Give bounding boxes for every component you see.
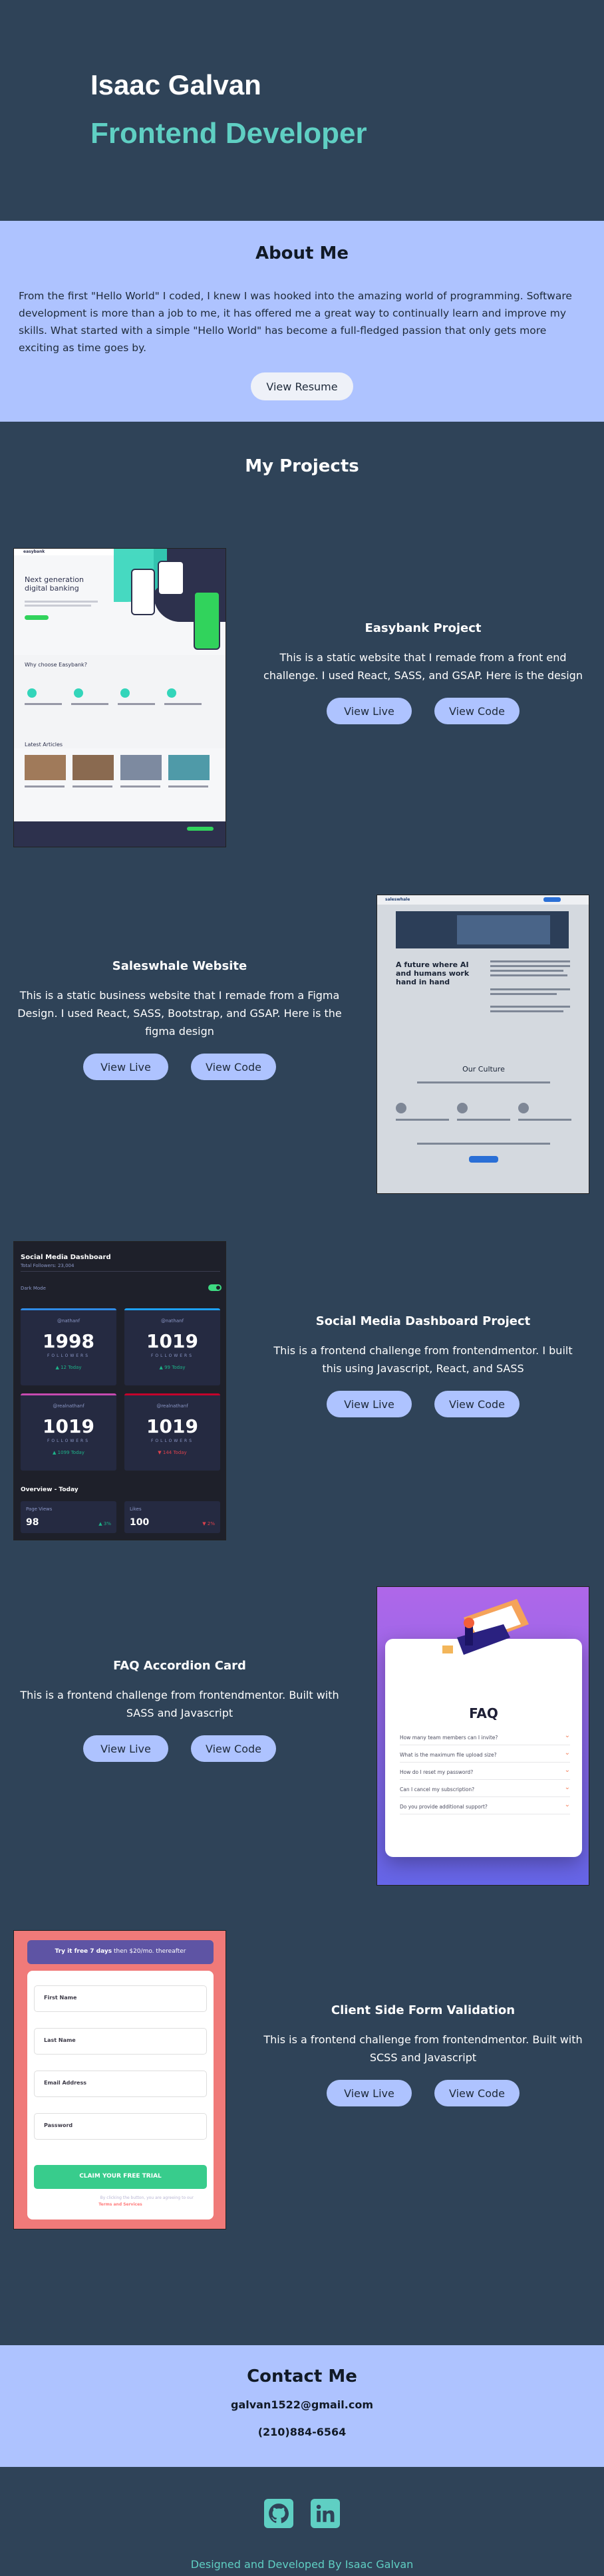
- project-name: Easybank Project: [365, 621, 482, 635]
- project-desc: This is a frontend challenge from fronte…: [263, 2033, 583, 2064]
- faq-screenshot: FAQ How many team members can I invite? ⌄…: [377, 1586, 589, 1886]
- form-view-code-button[interactable]: View Code: [434, 2080, 520, 2106]
- footer-credit: Designed and Developed By Isaac Galvan: [190, 2558, 414, 2571]
- saleswhale-screenshot: saleswhale A future where AI and humans …: [377, 895, 589, 1194]
- form-input-field[interactable]: Email Address: [34, 2071, 207, 2097]
- project-form: Client Side Form Validation This is a fr…: [263, 2003, 583, 2106]
- overview-label: Likes: [130, 1506, 142, 1512]
- faq-question-item[interactable]: How do I reset my password? ⌄: [400, 1767, 570, 1780]
- easybank-headline: Next generation digital banking: [25, 575, 84, 593]
- faq-question-text: Can I cancel my subscription?: [400, 1787, 475, 1792]
- contact-phone: (210)884-6564: [257, 2426, 347, 2438]
- dashboard-view-code-button[interactable]: View Code: [434, 1391, 520, 1417]
- social-links: [0, 2499, 604, 2528]
- chevron-down-icon: ⌄: [564, 1801, 570, 1808]
- dashboard-overview-card: Likes 100 ▼ 2%: [124, 1501, 220, 1533]
- project-desc: This is a static business website that I…: [17, 989, 342, 1038]
- saleswhale-view-code-button[interactable]: View Code: [191, 1054, 276, 1080]
- hero-role: Frontend Developer: [90, 117, 367, 150]
- easybank-logo: easybank: [23, 549, 45, 554]
- overview-value: 100: [130, 1517, 150, 1528]
- form-input-field[interactable]: Password: [34, 2113, 207, 2140]
- form-input-placeholder: Last Name: [44, 2037, 76, 2043]
- form-terms: By clicking the button, you are agreeing…: [100, 2196, 194, 2200]
- saleswhale-headline: A future where AI and humans work hand i…: [396, 960, 470, 986]
- faq-question-text: How many team members can I invite?: [400, 1735, 498, 1741]
- faq-question-item[interactable]: Can I cancel my subscription? ⌄: [400, 1784, 570, 1797]
- saleswhale-section-title: Our Culture: [462, 1065, 505, 1073]
- form-input-field[interactable]: Last Name: [34, 2028, 207, 2055]
- faq-question-item[interactable]: What is the maximum file upload size? ⌄: [400, 1749, 570, 1763]
- project-easybank: Easybank Project This is a static websit…: [263, 621, 583, 724]
- dashboard-view-live-button[interactable]: View Live: [327, 1391, 412, 1417]
- chevron-down-icon: ⌄: [564, 1732, 570, 1739]
- project-name: FAQ Accordion Card: [113, 1659, 246, 1673]
- faq-question-item[interactable]: How many team members can I invite? ⌄: [400, 1732, 570, 1745]
- github-link[interactable]: [264, 2499, 293, 2528]
- contact-section: Contact Me galvan1522@gmail.com (210)884…: [0, 2345, 604, 2467]
- form-terms-link[interactable]: Terms and Services: [34, 2202, 207, 2207]
- faq-question-text: How do I reset my password?: [400, 1769, 474, 1775]
- easybank-screenshot: easybank Next generation digital banking…: [13, 548, 226, 847]
- form-input-placeholder: Password: [44, 2122, 73, 2128]
- form-screenshot: Try it free 7 days then $20/mo. thereaft…: [13, 1930, 226, 2229]
- overview-label: Page Views: [26, 1506, 53, 1512]
- overview-pct: ▲ 3%: [98, 1521, 111, 1526]
- easybank-articles-title: Latest Articles: [25, 742, 63, 748]
- contact-title: Contact Me: [247, 2366, 357, 2386]
- dashboard-screenshot: Social Media Dashboard Total Followers: …: [13, 1241, 226, 1540]
- hero-name: Isaac Galvan: [90, 69, 261, 100]
- form-input-field[interactable]: First Name: [34, 1985, 207, 2012]
- about-section: About Me From the first "Hello World" I …: [0, 221, 604, 422]
- project-desc: This is a frontend challenge from fronte…: [273, 1344, 573, 1375]
- project-name: Client Side Form Validation: [331, 2003, 516, 2017]
- contact-email[interactable]: galvan1522@gmail.com: [0, 2398, 604, 2411]
- view-resume-button[interactable]: View Resume: [251, 372, 353, 400]
- github-icon: [269, 2504, 289, 2523]
- saleswhale-logo: saleswhale: [385, 897, 410, 902]
- projects-title: My Projects: [245, 456, 359, 476]
- linkedin-link[interactable]: [311, 2499, 340, 2528]
- project-name: Saleswhale Website: [112, 959, 247, 973]
- project-saleswhale: Saleswhale Website This is a static busi…: [15, 959, 345, 1080]
- form-input-placeholder: Email Address: [44, 2080, 87, 2086]
- faq-question-text: What is the maximum file upload size?: [400, 1752, 497, 1758]
- about-title: About Me: [255, 243, 349, 263]
- project-faq: FAQ Accordion Card This is a frontend ch…: [15, 1659, 345, 1762]
- chevron-down-icon: ⌄: [564, 1749, 570, 1757]
- overview-value: 98: [26, 1517, 39, 1528]
- easybank-section-title: Why choose Easybank?: [25, 662, 87, 668]
- hero-section: Isaac Galvan Frontend Developer: [0, 0, 604, 221]
- easybank-view-code-button[interactable]: View Code: [434, 698, 520, 724]
- chevron-down-icon: ⌄: [564, 1784, 570, 1791]
- faq-question-text: Do you provide additional support?: [400, 1804, 488, 1810]
- faq-view-live-button[interactable]: View Live: [83, 1735, 168, 1762]
- chevron-down-icon: ⌄: [564, 1767, 570, 1774]
- dashboard-overview-card: Page Views 98 ▲ 3%: [21, 1501, 116, 1533]
- linkedin-icon: [316, 2504, 335, 2522]
- faq-question-item[interactable]: Do you provide additional support? ⌄: [400, 1801, 570, 1814]
- overview-pct: ▼ 2%: [202, 1521, 215, 1526]
- project-desc: This is a static website that I remade f…: [263, 651, 583, 682]
- faq-view-code-button[interactable]: View Code: [191, 1735, 276, 1762]
- about-text: From the first "Hello World" I coded, I …: [19, 290, 572, 354]
- easybank-view-live-button[interactable]: View Live: [327, 698, 412, 724]
- form-submit-label: CLAIM YOUR FREE TRIAL: [79, 2173, 162, 2180]
- form-view-live-button[interactable]: View Live: [327, 2080, 412, 2106]
- project-desc: This is a frontend challenge from fronte…: [20, 1689, 339, 1719]
- form-input-placeholder: First Name: [44, 1995, 77, 2001]
- project-dashboard: Social Media Dashboard Project This is a…: [263, 1314, 583, 1417]
- saleswhale-view-live-button[interactable]: View Live: [83, 1054, 168, 1080]
- project-name: Social Media Dashboard Project: [315, 1314, 531, 1328]
